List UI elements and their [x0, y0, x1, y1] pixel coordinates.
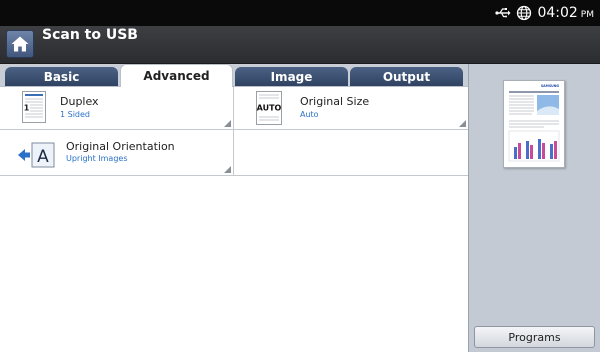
globe-icon — [517, 5, 532, 21]
duplex-option[interactable]: 1 Duplex 1 Sided — [0, 87, 234, 130]
clock: 04:02 PM — [537, 5, 594, 21]
auto-size-icon-text: AUTO — [257, 104, 282, 113]
original-size-value: Auto — [300, 110, 319, 119]
page-title: Scan to USB — [42, 27, 138, 43]
original-orientation-label: Original Orientation — [66, 140, 175, 153]
tab-image[interactable]: Image — [235, 67, 348, 86]
document-thumbnail-icon: SAMSUNG — [508, 84, 559, 162]
expand-corner-icon — [224, 120, 231, 127]
original-orientation-value: Upright Images — [66, 154, 128, 163]
tab-output[interactable]: Output — [350, 67, 463, 86]
expand-corner-icon — [459, 120, 466, 127]
orientation-icon: A — [18, 142, 55, 168]
expand-corner-icon — [224, 166, 231, 173]
status-indicators: 04:02 PM — [495, 0, 594, 26]
original-orientation-option[interactable]: A Original Orientation Upright Images — [0, 130, 234, 176]
svg-text:1: 1 — [24, 104, 30, 113]
status-bar: 04:02 PM — [0, 0, 600, 26]
programs-button[interactable]: Programs — [474, 326, 595, 348]
clock-ampm: PM — [580, 10, 594, 20]
duplex-label: Duplex — [60, 95, 99, 108]
title-bar: Scan to USB — [0, 26, 600, 64]
duplex-value: 1 Sided — [60, 110, 91, 119]
usb-icon — [495, 8, 511, 18]
tab-basic[interactable]: Basic — [5, 67, 118, 86]
home-icon — [11, 36, 29, 52]
original-size-option[interactable]: AUTO Original Size Auto — [234, 87, 468, 130]
preview-logo: SAMSUNG — [541, 84, 559, 88]
orientation-icon-letter: A — [37, 147, 49, 167]
original-size-label: Original Size — [300, 95, 370, 108]
duplex-page-icon: 1 — [22, 91, 46, 123]
tab-advanced[interactable]: Advanced — [120, 64, 233, 87]
document-preview: SAMSUNG — [503, 80, 565, 168]
empty-option-cell — [234, 130, 468, 176]
home-button[interactable] — [6, 30, 34, 58]
auto-size-icon: AUTO — [256, 91, 282, 125]
clock-time: 04:02 — [537, 5, 578, 21]
